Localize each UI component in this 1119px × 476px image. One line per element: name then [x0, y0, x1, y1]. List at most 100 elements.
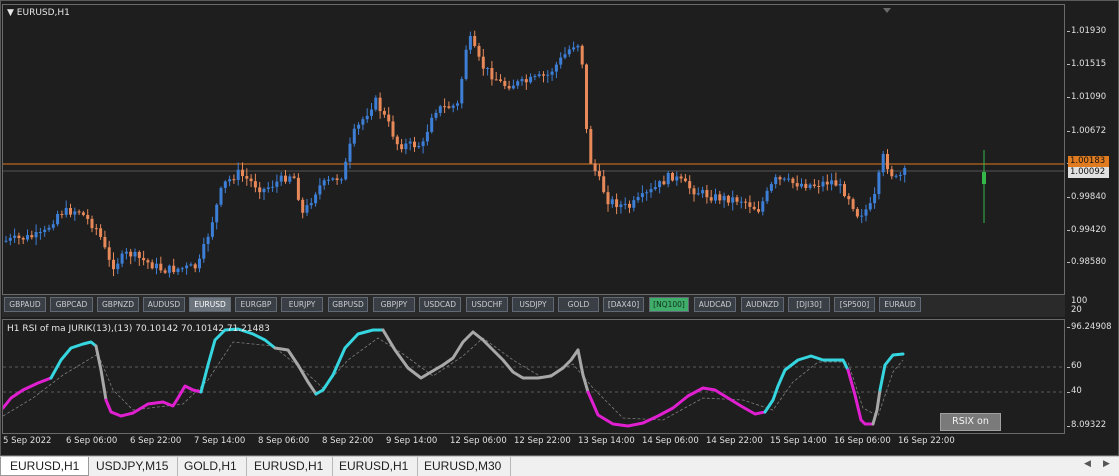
candle — [146, 258, 150, 269]
candle — [77, 209, 81, 216]
rsi-line-segment — [314, 328, 385, 396]
candle — [486, 66, 490, 76]
candle — [296, 173, 300, 202]
symbol-button-eurgbp[interactable]: EURGBP — [235, 297, 277, 312]
candle — [709, 189, 713, 204]
chart-menu-icon[interactable]: ▼ — [7, 8, 14, 18]
candle — [99, 224, 103, 240]
tab-eurusd-m30[interactable]: EURUSD,M30 — [415, 457, 512, 476]
candle — [309, 197, 313, 209]
candle — [894, 173, 898, 179]
candle — [761, 197, 765, 216]
candle — [619, 200, 623, 214]
candle — [765, 187, 769, 205]
candle — [219, 186, 223, 208]
tab-eurusd-h1-2[interactable]: EURUSD,H1 — [245, 457, 334, 476]
candle — [352, 123, 356, 147]
candle — [722, 192, 726, 208]
candle — [413, 136, 416, 152]
candle — [4, 235, 8, 243]
tab-eurusd-h1-3[interactable]: EURUSD,H1 — [330, 457, 419, 476]
candle — [451, 103, 455, 113]
symbol-button-gbpnzd[interactable]: GBPNZD — [97, 297, 139, 312]
candlestick-chart[interactable] — [3, 5, 1064, 294]
candle — [90, 215, 94, 233]
candle — [438, 104, 442, 117]
tab-eurusd-h1[interactable]: EURUSD,H1 — [0, 457, 90, 476]
symbol-button-usdcad[interactable]: USDCAD — [419, 297, 461, 312]
symbol-button-gold[interactable]: GOLD — [558, 297, 599, 312]
candle — [615, 193, 619, 215]
candle — [116, 258, 120, 275]
candle — [688, 175, 692, 195]
symbol-button-eurusd[interactable]: EURUSD — [189, 297, 231, 312]
symbol-button-audcad[interactable]: AUDCAD — [694, 297, 736, 312]
candle — [258, 181, 262, 199]
price-tick-label: 0.98580 — [1071, 257, 1107, 267]
candle — [855, 207, 859, 219]
candle — [554, 61, 558, 79]
symbol-button-gbpjpy[interactable]: GBPJPY — [373, 297, 415, 312]
symbol-button-usdchf[interactable]: USDCHF — [466, 297, 508, 312]
symbol-button-dax40[interactable]: [DAX40] — [603, 297, 644, 312]
candle — [460, 76, 464, 109]
scroll-left-icon[interactable]: ◀ — [1084, 459, 1091, 469]
rsix-toggle-button[interactable]: RSIX on — [940, 413, 1001, 431]
candle — [387, 107, 391, 127]
candle — [563, 47, 567, 60]
candle — [69, 203, 72, 218]
candle — [653, 180, 657, 191]
candle — [567, 45, 571, 57]
tab-usdjpy-m15[interactable]: USDJPY,M15 — [87, 457, 179, 476]
candle — [38, 227, 42, 240]
candle — [142, 250, 146, 266]
tab-gold-h1[interactable]: GOLD,H1 — [175, 457, 247, 476]
time-axis: 5 Sep 2022 6 Sep 06:00 6 Sep 22:00 7 Sep 14… — [1, 434, 1065, 448]
candle — [103, 230, 107, 250]
candle — [271, 180, 275, 193]
time-label: 14 Sep 06:00 — [642, 436, 699, 446]
scroll-right-icon[interactable]: ▶ — [1103, 459, 1110, 469]
candle — [150, 259, 154, 270]
candle — [752, 201, 756, 211]
symbol-button-gbpaud[interactable]: GBPAUD — [4, 297, 46, 312]
symbol-button-euraud[interactable]: EURAUD — [879, 297, 921, 312]
candle — [795, 175, 799, 191]
candle — [163, 268, 167, 275]
symbol-button-eurjpy[interactable]: EURJPY — [281, 297, 323, 312]
candle — [331, 177, 335, 182]
candle — [81, 210, 85, 217]
symbol-button-audusd[interactable]: AUDUSD — [143, 297, 185, 312]
candle — [774, 174, 778, 189]
candle — [821, 176, 825, 192]
symbol-button-gbpcad[interactable]: GBPCAD — [50, 297, 93, 312]
candle — [43, 225, 47, 237]
candle — [696, 187, 700, 196]
symbol-button-audnzd[interactable]: AUDNZD — [741, 297, 784, 312]
candle — [60, 210, 64, 219]
rsi-line-segment — [3, 376, 53, 410]
symbol-button-gbpusd[interactable]: GBPUSD — [328, 297, 368, 312]
candle — [382, 107, 386, 118]
candle — [778, 175, 782, 186]
symbol-button-nq100[interactable]: [NQ100] — [649, 297, 689, 312]
symbol-button-dji30[interactable]: [DJI30] — [788, 297, 830, 312]
symbol-button-usdjpy[interactable]: USDJPY — [512, 297, 554, 312]
candle — [172, 258, 176, 275]
rsi-indicator-pane[interactable]: H1 RSI of ma JURIK(13),(13) 70.10142 70.… — [2, 319, 1065, 434]
rsi-min-label: 8.09322 — [1071, 420, 1107, 430]
candle — [791, 177, 795, 189]
symbol-button-sp500[interactable]: [SP500] — [834, 297, 875, 312]
candle — [215, 203, 219, 230]
time-label: 15 Sep 14:00 — [770, 436, 827, 446]
price-chart-pane[interactable]: ▼ EURUSD,H1 — [2, 4, 1065, 295]
candle — [623, 197, 627, 210]
candle — [834, 172, 838, 187]
candle — [662, 175, 666, 186]
rsi-line-chart[interactable] — [3, 320, 1064, 433]
candle — [533, 73, 537, 81]
candle — [133, 248, 137, 262]
candle — [903, 165, 907, 183]
rsi-axis: 96.24908 60 40 8.09322 — [1067, 319, 1119, 434]
candle — [322, 178, 326, 190]
